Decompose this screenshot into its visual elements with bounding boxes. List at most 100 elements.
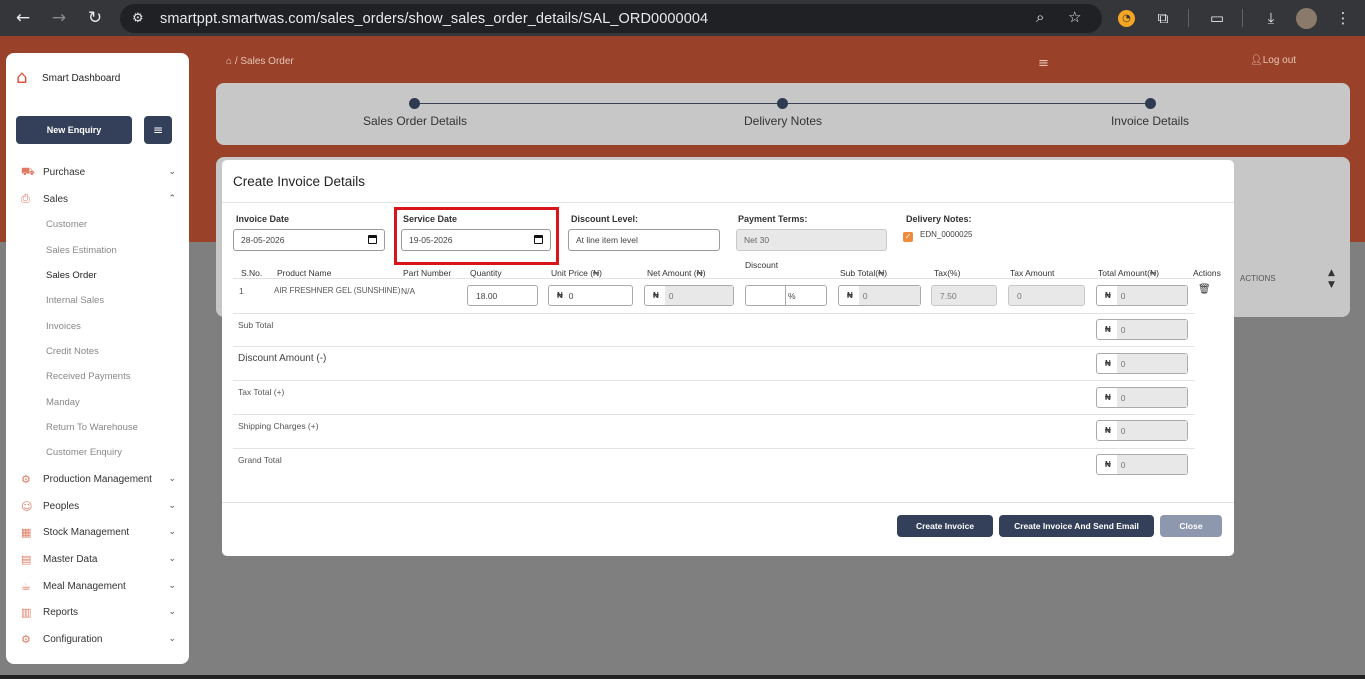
row-sno: 1 — [239, 286, 244, 296]
invoice-date-label: Invoice Date — [236, 214, 290, 224]
sub-total-label: Sub Total — [238, 320, 274, 330]
sidebar-item-sales[interactable]: ⎙ Sales ⌃ — [21, 190, 176, 208]
col-quantity: Quantity — [470, 268, 502, 278]
sidebar-item-meal-management[interactable]: ☕ Meal Management ⌄ — [21, 577, 176, 595]
modal-footer-divider — [222, 502, 1234, 503]
shipping-charges-label: Shipping Charges (+) — [238, 421, 319, 431]
sub-total-field: ₦ 0 — [838, 285, 921, 306]
store-logo-icon: ⌂ — [16, 67, 28, 88]
calendar-icon[interactable] — [368, 235, 377, 244]
unit-price-input[interactable]: ₦ 0 — [548, 285, 633, 306]
sidebar-item-stock-management[interactable]: ▦ Stock Management ⌄ — [21, 523, 176, 541]
discount-level-label: Discount Level: — [571, 214, 639, 224]
close-button[interactable]: Close — [1160, 515, 1222, 537]
create-invoice-send-email-button[interactable]: Create Invoice And Send Email — [999, 515, 1154, 537]
net-amount-field: ₦ 0 — [644, 285, 734, 306]
forward-icon[interactable]: → — [41, 0, 77, 36]
sidebar-subitem-customer[interactable]: Customer — [46, 219, 87, 230]
sidebar-item-reports[interactable]: ▥ Reports ⌄ — [21, 603, 176, 621]
grand-total-label: Grand Total — [238, 455, 282, 465]
stock-icon: ▦ — [21, 525, 32, 539]
extension-icon[interactable]: ◔ — [1118, 10, 1135, 27]
delivery-note-label: EDN_0000025 — [920, 230, 973, 239]
bookmark-star-icon[interactable]: ☆ — [1068, 8, 1081, 26]
col-tax-pct: Tax(%) — [934, 268, 961, 278]
col-part-number: Part Number — [403, 268, 452, 278]
sidebar-subitem-sales-estimation[interactable]: Sales Estimation — [46, 245, 117, 256]
cart-icon: ⛟ — [21, 164, 35, 178]
tax-pct-field: 7.50 — [931, 285, 997, 306]
sidebar-subitem-invoices[interactable]: Invoices — [46, 321, 81, 332]
step-dot-2[interactable] — [777, 98, 788, 109]
url-text: smartppt.smartwas.com/sales_orders/show_… — [160, 10, 709, 27]
back-icon[interactable]: ← — [5, 0, 41, 36]
discount-amount-value: ₦ 0 — [1096, 353, 1188, 374]
create-invoice-button[interactable]: Create Invoice — [897, 515, 993, 537]
brand[interactable]: ⌂ Smart Dashboard — [16, 68, 120, 88]
breadcrumb-current: Sales Order — [240, 56, 294, 67]
sidebar-item-peoples[interactable]: ☺ Peoples ⌄ — [21, 497, 176, 515]
chevron-down-icon: ⌄ — [168, 554, 176, 564]
delivery-note-checkbox[interactable]: ✓ — [903, 232, 913, 242]
sort-icon[interactable]: ▲ ▼ — [1328, 267, 1335, 291]
site-settings-icon[interactable]: ⚙ — [132, 11, 150, 26]
sidebar-subitem-manday[interactable]: Manday — [46, 397, 80, 408]
row-part-number: N/A — [401, 286, 416, 296]
profile-avatar[interactable] — [1296, 8, 1317, 29]
browser-menu-icon[interactable]: ⋮ — [1332, 7, 1354, 29]
menu-toggle-button[interactable]: ≡ — [144, 116, 172, 144]
step-label-3[interactable]: Invoice Details — [1111, 114, 1189, 128]
sidebar-subitem-customer-enquiry[interactable]: Customer Enquiry — [46, 447, 122, 458]
sidebar-subitem-return-to-warehouse[interactable]: Return To Warehouse — [46, 422, 138, 433]
service-date-input[interactable]: 19-05-2026 — [401, 229, 551, 251]
sidebar-item-configuration[interactable]: ⚙ Configuration ⌄ — [21, 630, 176, 648]
col-net-amount: Net Amount (₦) — [647, 268, 706, 278]
step-dot-1[interactable] — [409, 98, 420, 109]
logout-link[interactable]: 👤︎Log out — [1250, 55, 1296, 66]
sub-total-value: ₦ 0 — [1096, 319, 1188, 340]
calendar-icon[interactable] — [534, 235, 543, 244]
delete-row-icon[interactable]: 🗑︎ — [1198, 284, 1211, 295]
quantity-input[interactable]: 18.00 — [467, 285, 538, 306]
modal-header-divider — [222, 202, 1234, 203]
sidebar-item-purchase[interactable]: ⛟ Purchase ⌄ — [21, 163, 176, 181]
discount-level-select[interactable]: At line item level — [568, 229, 720, 251]
actions-column-header: ACTIONS — [1240, 274, 1276, 283]
discount-amount-label: Discount Amount (-) — [238, 353, 327, 364]
brand-name: Smart Dashboard — [42, 72, 121, 84]
download-icon[interactable]: ⤓ — [1260, 7, 1282, 29]
sidebar-item-production-management[interactable]: ⚙ Production Management ⌄ — [21, 470, 176, 488]
step-dot-3[interactable] — [1145, 98, 1156, 109]
delivery-notes-label: Delivery Notes: — [906, 214, 972, 224]
sidebar-subitem-sales-order[interactable]: Sales Order — [46, 270, 97, 281]
home-icon[interactable]: ⌂ — [226, 56, 232, 67]
hamburger-icon[interactable]: ≡ — [1038, 56, 1049, 71]
chevron-down-icon: ⌄ — [168, 527, 176, 537]
payment-terms-field: Net 30 — [736, 229, 887, 251]
col-unit-price: Unit Price (₦) — [551, 268, 603, 278]
new-enquiry-button[interactable]: New Enquiry — [16, 116, 132, 144]
discount-pct-input[interactable]: % — [745, 285, 827, 306]
people-icon: ☺ — [21, 499, 33, 513]
zoom-icon[interactable]: ⌕ — [1036, 8, 1044, 26]
sidebar-subitem-internal-sales[interactable]: Internal Sales — [46, 295, 104, 306]
sidebar-subitem-credit-notes[interactable]: Credit Notes — [46, 346, 99, 357]
sidebar-subitem-received-payments[interactable]: Received Payments — [46, 371, 130, 382]
step-label-1[interactable]: Sales Order Details — [363, 114, 467, 128]
extensions-puzzle-icon[interactable]: ⧉ — [1152, 7, 1174, 29]
service-date-label: Service Date — [403, 214, 458, 224]
grand-total-value: ₦ 0 — [1096, 454, 1188, 475]
tab-search-icon[interactable]: ▭ — [1206, 7, 1228, 29]
col-total-amount: Total Amount(₦) — [1098, 268, 1159, 278]
user-icon: 👤︎ — [1250, 55, 1263, 66]
chevron-down-icon: ⌄ — [168, 581, 176, 591]
tax-total-value: ₦ 0 — [1096, 387, 1188, 408]
sidebar-item-master-data[interactable]: ▤ Master Data ⌄ — [21, 550, 176, 568]
invoice-date-input[interactable]: 28-05-2026 — [233, 229, 385, 251]
reload-icon[interactable]: ↻ — [77, 0, 113, 36]
browser-toolbar: ← → ↻ ⚙ smartppt.smartwas.com/sales_orde… — [0, 0, 1365, 36]
step-label-2[interactable]: Delivery Notes — [744, 114, 822, 128]
sidebar: ⌂ Smart Dashboard New Enquiry ≡ ⛟ Purchas… — [6, 53, 189, 664]
address-bar[interactable]: ⚙ smartppt.smartwas.com/sales_orders/sho… — [120, 4, 1102, 33]
shipping-charges-input[interactable]: ₦ 0 — [1096, 420, 1188, 441]
